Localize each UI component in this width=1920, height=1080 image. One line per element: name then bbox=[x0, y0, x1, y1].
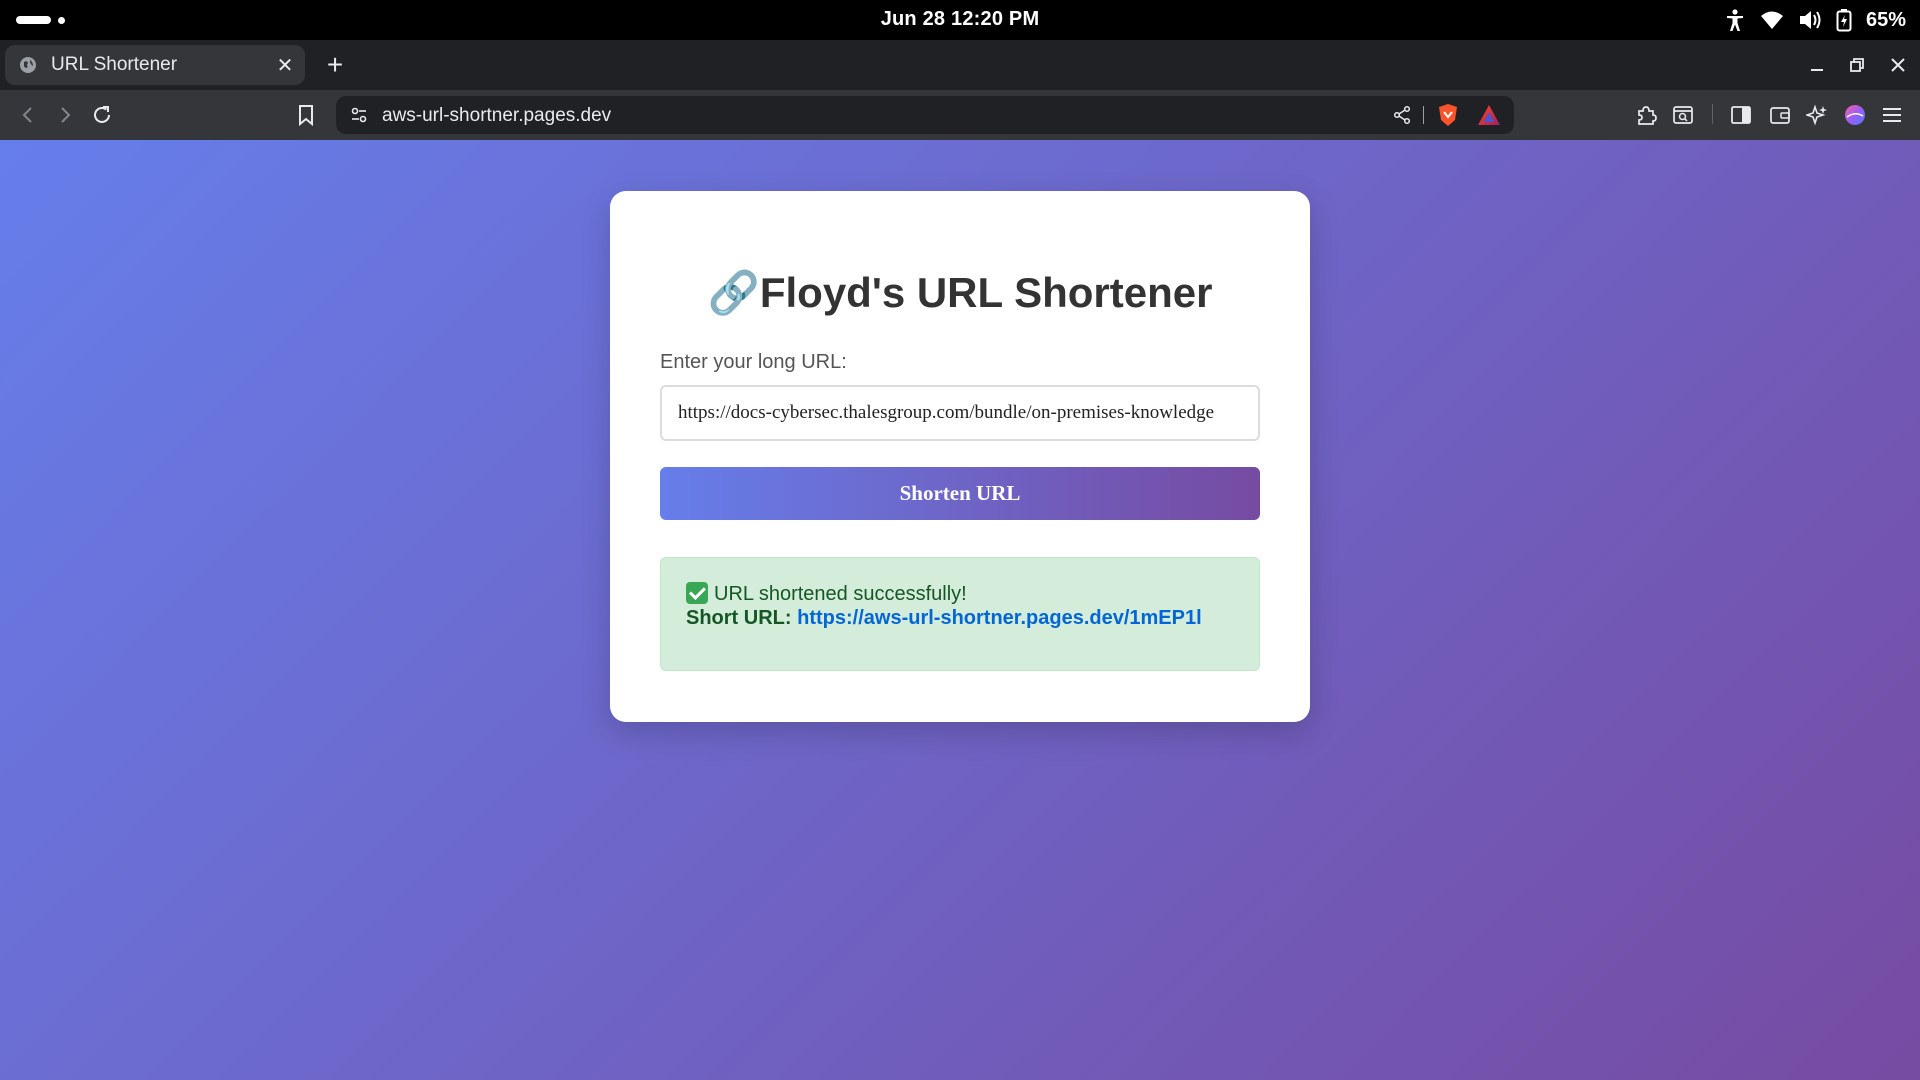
share-icon[interactable] bbox=[1387, 100, 1417, 130]
brave-shields-icon[interactable] bbox=[1433, 100, 1463, 130]
wifi-icon[interactable] bbox=[1760, 10, 1784, 30]
omnibox-divider bbox=[1423, 106, 1424, 124]
sidebar-icon[interactable] bbox=[1724, 98, 1758, 132]
success-line: URL shortened successfully! bbox=[686, 582, 1234, 606]
address-url[interactable]: aws-url-shortner.pages.dev bbox=[382, 105, 611, 127]
minimize-icon[interactable] bbox=[1800, 48, 1834, 82]
close-window-icon[interactable] bbox=[1881, 48, 1915, 82]
reload-icon[interactable] bbox=[85, 98, 119, 132]
site-settings-icon[interactable] bbox=[344, 100, 374, 130]
profile-avatar-icon[interactable] bbox=[1838, 98, 1872, 132]
page-search-icon[interactable] bbox=[1666, 98, 1700, 132]
browser-toolbar: aws-url-shortner.pages.dev bbox=[0, 90, 1920, 140]
clock: Jun 28 12:20 PM bbox=[880, 8, 1040, 30]
tab-strip: URL Shortener ✕ + bbox=[0, 40, 1920, 90]
short-url-link[interactable]: https://aws-url-shortner.pages.dev/1mEP1… bbox=[797, 607, 1202, 629]
tab-title: URL Shortener bbox=[51, 54, 178, 75]
new-tab-button[interactable]: + bbox=[318, 48, 352, 82]
address-bar[interactable]: aws-url-shortner.pages.dev bbox=[336, 96, 1514, 134]
bookmark-icon[interactable] bbox=[289, 98, 323, 132]
url-input-label: Enter your long URL: bbox=[660, 351, 847, 373]
volume-icon[interactable] bbox=[1798, 9, 1822, 31]
extensions-icon[interactable] bbox=[1629, 98, 1663, 132]
close-tab-icon[interactable]: ✕ bbox=[265, 45, 305, 85]
page-viewport: 🔗Floyd's URL Shortener Enter your long U… bbox=[0, 140, 1920, 1080]
success-text: URL shortened successfully! bbox=[714, 583, 967, 605]
tab-url-shortener[interactable]: URL Shortener ✕ bbox=[5, 45, 305, 85]
leo-ai-icon[interactable] bbox=[1800, 98, 1834, 132]
short-url-line: Short URL: https://aws-url-shortner.page… bbox=[686, 606, 1234, 630]
long-url-input[interactable] bbox=[660, 385, 1260, 441]
link-icon: 🔗 bbox=[707, 269, 760, 316]
check-mark-icon bbox=[686, 582, 708, 604]
success-message: URL shortened successfully! Short URL: h… bbox=[660, 557, 1260, 671]
globe-icon bbox=[20, 57, 36, 73]
back-icon[interactable] bbox=[11, 98, 45, 132]
battery-icon[interactable] bbox=[1836, 8, 1852, 32]
accessibility-icon[interactable] bbox=[1724, 8, 1746, 32]
brave-rewards-icon[interactable] bbox=[1474, 100, 1504, 130]
system-tray: 65% bbox=[1724, 6, 1906, 34]
menu-icon[interactable] bbox=[1875, 98, 1909, 132]
wallet-icon[interactable] bbox=[1763, 98, 1797, 132]
restore-icon[interactable] bbox=[1840, 48, 1874, 82]
battery-level: 65% bbox=[1865, 8, 1906, 31]
short-url-label: Short URL: bbox=[686, 607, 792, 629]
system-status-bar: Jun 28 12:20 PM 65% bbox=[0, 0, 1920, 40]
page-title: 🔗Floyd's URL Shortener bbox=[610, 269, 1310, 318]
shorten-url-button[interactable]: Shorten URL bbox=[660, 467, 1260, 520]
toolbar-divider bbox=[1712, 104, 1713, 124]
shortener-card: 🔗Floyd's URL Shortener Enter your long U… bbox=[610, 191, 1310, 722]
forward-icon[interactable] bbox=[48, 98, 82, 132]
page-title-text: Floyd's URL Shortener bbox=[759, 269, 1213, 316]
